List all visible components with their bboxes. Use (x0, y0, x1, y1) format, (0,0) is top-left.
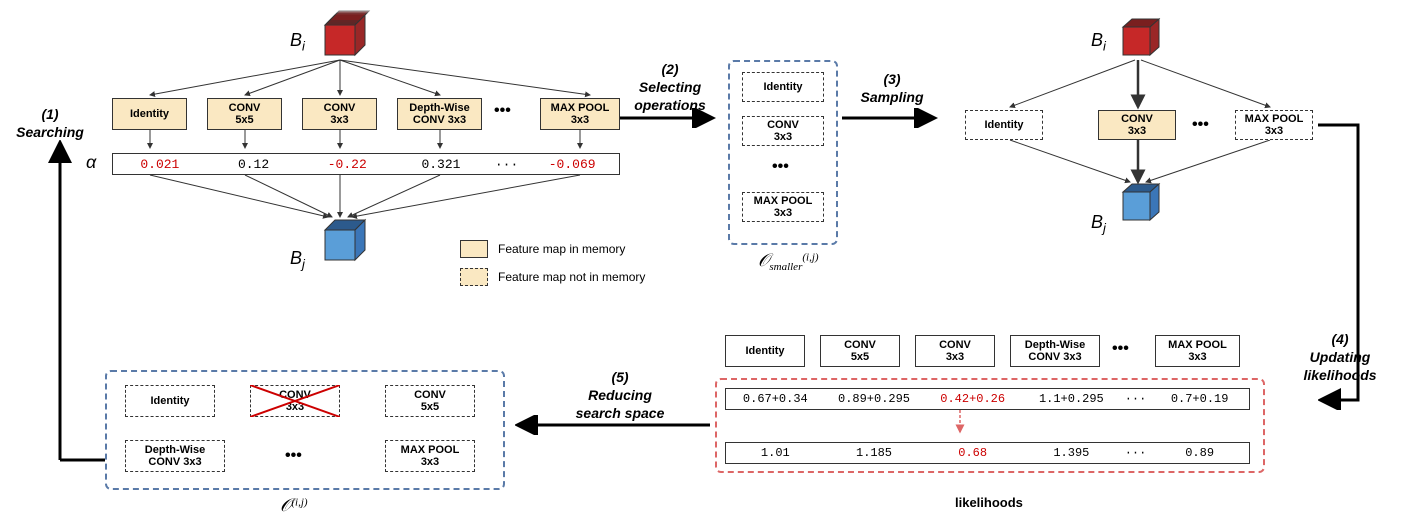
lk-ellipsis: ••• (1112, 340, 1129, 358)
lk2-c4: 1.395 (1022, 443, 1121, 463)
lk1-c2: 0.89+0.295 (825, 389, 924, 409)
red-ellipsis: ••• (285, 447, 302, 465)
step5-label: (5) Reducing search space (570, 368, 670, 423)
samp-conv3: CONV3x3 (1098, 110, 1176, 140)
legend-dashed-icon (460, 268, 488, 286)
op-identity: Identity (112, 98, 187, 130)
legend-solid-text: Feature map in memory (498, 242, 625, 256)
bj-cube-icon-2 (1115, 180, 1170, 230)
lk2-c3: 0.68 (923, 443, 1022, 463)
bj-cube-icon (315, 215, 375, 270)
likelihoods-row-before: 0.67+0.34 0.89+0.295 0.42+0.26 1.1+0.295… (725, 388, 1250, 410)
arrow-2-to-3 (842, 108, 942, 128)
op-dwconv: Depth-WiseCONV 3x3 (397, 98, 482, 130)
likelihoods-label: likelihoods (955, 495, 1023, 510)
lk1-c3: 0.42+0.26 (923, 389, 1022, 409)
alpha-val-4: 0.321 (394, 154, 488, 175)
lk1-ellipsis: ··· (1121, 389, 1151, 409)
samp-ellipsis: ••• (1192, 116, 1209, 134)
o-smaller-label: 𝒪smaller(i,j) (758, 250, 819, 273)
red-conv5: CONV5x5 (385, 385, 475, 417)
lk2-ellipsis: ··· (1121, 443, 1151, 463)
alpha-values-row: 0.021 0.12 -0.22 0.321 ··· -0.069 (112, 153, 620, 175)
step1-text: Searching (16, 124, 84, 140)
legend-solid-icon (460, 240, 488, 258)
nas-pipeline-diagram: (1) Searching Bi Identity CONV5x5 CONV3x… (0, 0, 1402, 526)
lk-identity: Identity (725, 335, 805, 367)
lk2-c5: 0.89 (1150, 443, 1249, 463)
lk-maxpool: MAX POOL3x3 (1155, 335, 1240, 367)
likelihood-update-arrow (945, 410, 975, 440)
likelihoods-row-after: 1.01 1.185 0.68 1.395 ··· 0.89 (725, 442, 1250, 464)
op-conv5: CONV5x5 (207, 98, 282, 130)
bi-label: Bi (290, 30, 305, 54)
op-maxpool: MAX POOL3x3 (540, 98, 620, 130)
bj-label: Bj (290, 248, 305, 272)
alpha-ellipsis: ··· (488, 154, 525, 175)
lk-conv5: CONV5x5 (820, 335, 900, 367)
bi2-to-ops-arrows (970, 55, 1320, 115)
lk1-c4: 1.1+0.295 (1022, 389, 1121, 409)
sel-ellipsis: ••• (772, 158, 789, 176)
alpha-val-3: -0.22 (300, 154, 394, 175)
sel-conv3: CONV3x3 (742, 116, 824, 146)
sel-identity: Identity (742, 72, 824, 102)
step3-label: (3) Sampling (852, 70, 932, 106)
red-maxpool: MAX POOL3x3 (385, 440, 475, 472)
loop-arrow-left (20, 140, 110, 470)
step2-label: (2) Selecting operations (625, 60, 715, 115)
lk1-c5: 0.7+0.19 (1150, 389, 1249, 409)
lk-conv3: CONV3x3 (915, 335, 995, 367)
lk1-c1: 0.67+0.34 (726, 389, 825, 409)
bj-label-2: Bj (1091, 212, 1106, 236)
red-identity: Identity (125, 385, 215, 417)
alpha-val-2: 0.12 (207, 154, 301, 175)
o-ij-label: 𝒪(i,j) (280, 495, 308, 516)
samp-maxpool: MAX POOL3x3 (1235, 110, 1313, 140)
alpha-val-5: -0.069 (525, 154, 619, 175)
op-conv3: CONV3x3 (302, 98, 377, 130)
bi-to-ops-arrows (100, 55, 640, 100)
ops-to-alpha-arrows (100, 130, 640, 155)
legend-dashed-text: Feature map not in memory (498, 270, 645, 284)
samp-identity: Identity (965, 110, 1043, 140)
ops-ellipsis: ••• (494, 102, 511, 120)
lk2-c2: 1.185 (825, 443, 924, 463)
red-dwconv: Depth-WiseCONV 3x3 (125, 440, 225, 472)
lk2-c1: 1.01 (726, 443, 825, 463)
step4-label: (4) Updating likelihoods (1290, 330, 1390, 385)
alpha-val-1: 0.021 (113, 154, 207, 175)
step1-number: (1) (41, 106, 58, 122)
red-conv3-removed: CONV3x3 (250, 385, 340, 417)
bi-label-2: Bi (1091, 30, 1106, 54)
step1-label: (1) Searching (10, 105, 90, 141)
lk-dwconv: Depth-WiseCONV 3x3 (1010, 335, 1100, 367)
sel-maxpool: MAX POOL3x3 (742, 192, 824, 222)
